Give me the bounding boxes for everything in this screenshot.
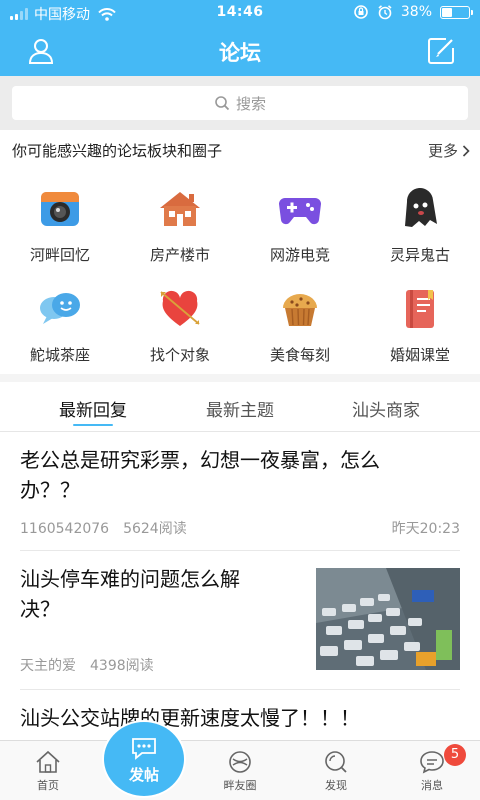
category-label: 鮀城茶座 — [29, 346, 90, 364]
category-grid: 河畔回忆 房产楼市 网游电竞 灵异鬼古 鮀城茶座 找个对象 美食每刻 婚姻课堂 — [0, 170, 480, 370]
status-right: 38% — [353, 4, 473, 20]
rotation-lock-icon — [354, 5, 368, 19]
chat-bubbles-icon — [40, 293, 80, 324]
post-title-line: 汕头停车难的问题怎么解 — [20, 567, 240, 591]
nav-home[interactable]: 首页 — [8, 741, 88, 800]
nav-label: 首页 — [37, 779, 59, 792]
search-icon — [215, 96, 230, 111]
category-item[interactable]: 房产楼市 — [120, 170, 240, 270]
alarm-icon — [378, 5, 392, 20]
post-meta: 天主的爱 4398阅读 — [20, 655, 154, 675]
forum-app: 中国移动 14:46 38% 论坛 搜索 你可能感兴趣的论坛板块和圈子 更多 河… — [0, 0, 480, 800]
home-icon — [36, 750, 60, 773]
circle-icon — [229, 751, 251, 773]
post-title-line: 汕头公交站牌的更新速度太慢了！！！ — [20, 706, 360, 730]
post-title-line: 办？？ — [20, 478, 80, 502]
messages-badge: 5 — [444, 744, 466, 766]
bottom-nav: 首页 畔友圈 发现 消息 — [0, 740, 480, 800]
post-item[interactable]: 汕头停车难的问题怎么解 决？ 天主的爱 4398阅读 — [0, 551, 480, 689]
post-feed: 老公总是研究彩票，幻想一夜暴富，怎么 办？？ 1160542076 5624阅读 … — [0, 432, 480, 752]
category-item[interactable]: 灵异鬼古 — [360, 170, 480, 270]
category-label: 灵异鬼古 — [389, 246, 450, 264]
tab-latest-topics[interactable]: 最新主题 — [160, 382, 320, 432]
nav-discover[interactable]: 发现 — [296, 741, 376, 800]
battery-icon — [440, 5, 473, 19]
nav-circle[interactable]: 畔友圈 — [200, 741, 280, 800]
category-label: 婚姻课堂 — [389, 346, 450, 364]
page-title: 论坛 — [219, 41, 261, 65]
nav-label: 畔友圈 — [223, 779, 257, 792]
tab-latest-replies[interactable]: 最新回复 — [13, 382, 173, 432]
battery-percent: 38% — [400, 4, 432, 20]
search-area: 搜索 — [0, 76, 480, 130]
category-item[interactable]: 网游电竞 — [240, 170, 360, 270]
category-item[interactable]: 找个对象 — [120, 270, 240, 370]
compose-icon[interactable] — [426, 36, 456, 66]
top-bar: 中国移动 14:46 38% 论坛 — [0, 0, 480, 76]
post-time: 昨天20:23 — [391, 521, 460, 537]
category-label: 美食每刻 — [269, 346, 330, 364]
category-item[interactable]: 美食每刻 — [240, 270, 360, 370]
house-icon — [160, 192, 200, 226]
heart-arrow-icon — [160, 290, 200, 326]
post-title-line: 决？ — [20, 597, 60, 621]
status-bar: 中国移动 14:46 38% — [0, 0, 480, 26]
nav-label: 发现 — [325, 779, 347, 792]
traffic-jam-photo — [316, 568, 460, 670]
notebook-icon — [406, 290, 434, 328]
post-title-line: 老公总是研究彩票，幻想一夜暴富，怎么 — [20, 448, 380, 472]
post-button-label: 发帖 — [128, 766, 159, 784]
search-input[interactable]: 搜索 — [12, 86, 468, 120]
category-item[interactable]: 河畔回忆 — [0, 170, 120, 270]
camera-icon — [41, 192, 79, 226]
more-link[interactable]: 更多 — [428, 140, 470, 161]
post-author: 天主的爱 — [20, 658, 76, 674]
post-thumbnail — [316, 568, 460, 670]
recommend-header: 你可能感兴趣的论坛板块和圈子 更多 — [0, 130, 480, 170]
battery-fill — [442, 7, 452, 17]
ghost-icon — [405, 187, 437, 227]
tab-shantou-merchants[interactable]: 汕头商家 — [306, 382, 466, 432]
gamepad-icon — [279, 198, 321, 225]
post-views: 4398阅读 — [90, 658, 154, 674]
category-item[interactable]: 鮀城茶座 — [0, 270, 120, 370]
comment-icon — [132, 738, 156, 760]
message-icon — [420, 751, 444, 774]
category-item[interactable]: 婚姻课堂 — [360, 270, 480, 370]
new-post-button[interactable]: 发帖 — [104, 722, 184, 796]
post-author: 1160542076 — [20, 521, 110, 537]
category-label: 河畔回忆 — [29, 246, 90, 264]
feed-tabs: 最新回复 最新主题 汕头商家 — [0, 382, 480, 432]
category-label: 房产楼市 — [149, 246, 210, 264]
more-label: 更多 — [427, 142, 458, 160]
category-label: 找个对象 — [149, 346, 210, 364]
search-placeholder: 搜索 — [235, 94, 266, 113]
post-item[interactable]: 老公总是研究彩票，幻想一夜暴富，怎么 办？？ 1160542076 5624阅读 … — [0, 432, 480, 550]
recommend-section: 你可能感兴趣的论坛板块和圈子 更多 河畔回忆 房产楼市 网游电竞 灵异鬼古 鮀城… — [0, 130, 480, 374]
recommend-title: 你可能感兴趣的论坛板块和圈子 — [12, 142, 223, 160]
header: 论坛 — [0, 26, 480, 76]
post-views: 5624阅读 — [123, 521, 187, 537]
muffin-icon — [283, 294, 317, 326]
post-meta: 1160542076 5624阅读 — [20, 518, 187, 538]
category-label: 网游电竞 — [269, 246, 330, 264]
nav-label: 消息 — [421, 779, 443, 792]
chevron-right-icon — [462, 144, 470, 157]
discover-icon — [325, 751, 347, 773]
